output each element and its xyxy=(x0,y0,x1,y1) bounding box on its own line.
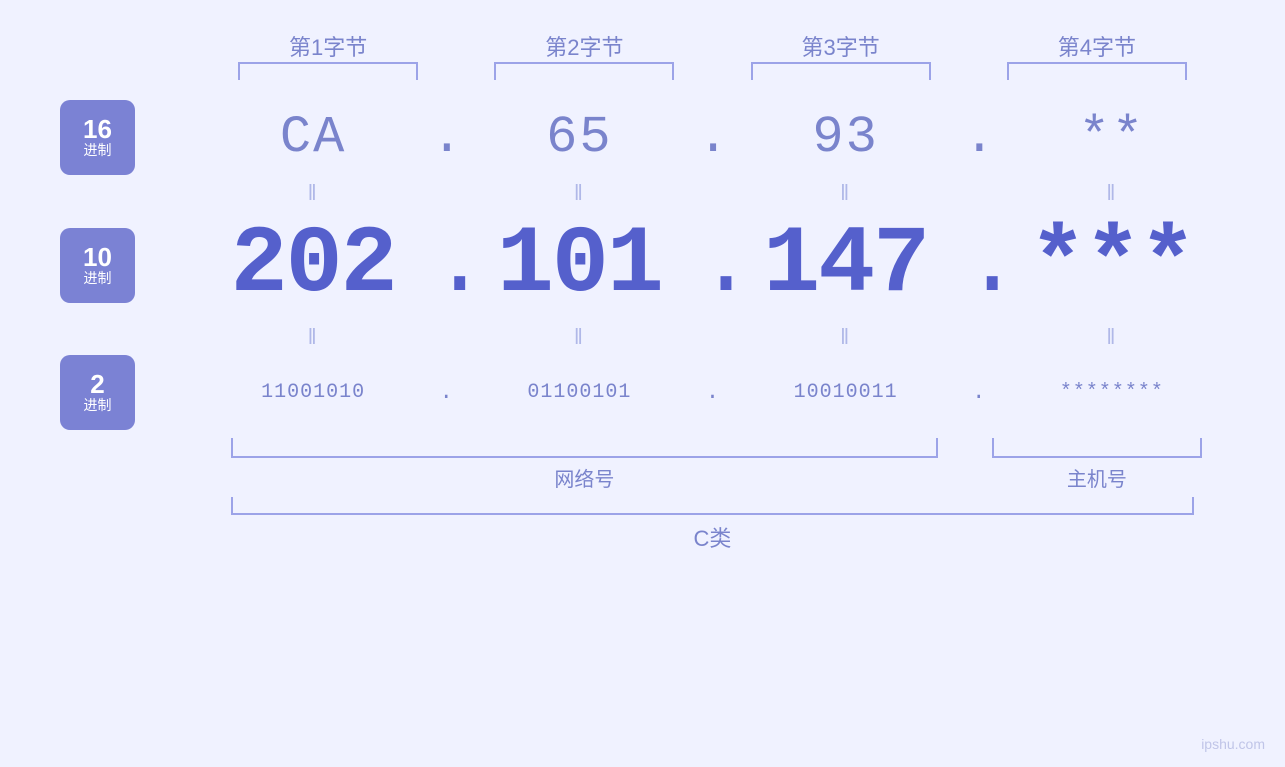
hex-dot-2-val: . xyxy=(693,108,734,167)
bin-label-num: 2 xyxy=(90,371,104,397)
network-label: 网络号 xyxy=(554,463,614,492)
dec-row: 10 进制 202 . 101 . 147 . *** xyxy=(60,211,1225,319)
bin-dot-3: . xyxy=(959,380,999,405)
bin-val-3: 10010011 xyxy=(733,381,959,404)
dec-dot-1: . xyxy=(426,211,466,319)
eq1-col3: ‖ xyxy=(733,180,959,206)
dec-dot-3: . xyxy=(959,211,999,319)
col3-header: 第3字节 xyxy=(713,30,969,62)
bin-val-1: 11001010 xyxy=(200,381,426,404)
bin-row: 2 进制 11001010 . 01100101 . 10010011 . xyxy=(60,355,1225,430)
watermark: ipshu.com xyxy=(1201,736,1265,752)
bin-cell-1: 11001010 xyxy=(200,381,426,404)
hex-dot-3-val: . xyxy=(959,108,1000,167)
bottom-brackets: 网络号 主机号 xyxy=(200,438,1225,492)
top-bracket-4 xyxy=(1007,62,1187,80)
top-bracket-1 xyxy=(238,62,418,80)
col1-header: 第1字节 xyxy=(200,30,456,62)
hex-dot-3: . xyxy=(959,108,999,167)
hex-label: 16 进制 xyxy=(60,100,135,175)
dec-cell-1: 202 xyxy=(200,211,426,319)
network-bracket: 网络号 xyxy=(200,438,969,492)
col4-header: 第4字节 xyxy=(969,30,1225,62)
bin-dot-2: . xyxy=(693,380,733,405)
class-bracket-line xyxy=(231,497,1195,515)
dec-val-2: 101 xyxy=(466,211,692,319)
bin-cell-2: 01100101 xyxy=(466,381,692,404)
dec-val-4: *** xyxy=(999,211,1225,319)
bracket-col-1 xyxy=(200,62,456,80)
bin-cells: 11001010 . 01100101 . 10010011 . *******… xyxy=(200,380,1225,405)
hex-val-2: 65 xyxy=(466,108,692,167)
dec-label: 10 进制 xyxy=(60,228,135,303)
hex-cell-4: ** xyxy=(999,108,1225,167)
dec-val-3: 147 xyxy=(733,211,959,319)
dec-val-1: 202 xyxy=(200,211,426,319)
equals-row-1: ‖ ‖ ‖ ‖ xyxy=(60,180,1225,206)
host-label: 主机号 xyxy=(1067,463,1127,492)
eq2-col3: ‖ xyxy=(733,324,959,350)
byte-headers: 第1字节 第2字节 第3字节 第4字节 xyxy=(60,30,1225,62)
hex-row: 16 进制 CA . 65 . 93 . ** xyxy=(60,100,1225,175)
network-bracket-line xyxy=(231,438,938,458)
hex-cell-2: 65 xyxy=(466,108,692,167)
hex-cells: CA . 65 . 93 . ** xyxy=(200,108,1225,167)
bin-val-2: 01100101 xyxy=(466,381,692,404)
bracket-col-3 xyxy=(713,62,969,80)
hex-dot-2: . xyxy=(693,108,733,167)
bin-dot-1-val: . xyxy=(435,380,458,405)
eq1-col1: ‖ xyxy=(200,180,426,206)
host-bracket-line xyxy=(992,438,1202,458)
bin-cell-3: 10010011 xyxy=(733,381,959,404)
top-bracket-2 xyxy=(494,62,674,80)
bracket-col-2 xyxy=(456,62,712,80)
dec-cell-3: 147 xyxy=(733,211,959,319)
hex-cell-1: CA xyxy=(200,108,426,167)
hex-dot-1-val: . xyxy=(426,108,467,167)
top-brackets xyxy=(60,62,1225,80)
hex-val-1: CA xyxy=(200,108,426,167)
bin-dot-2-val: . xyxy=(701,380,724,405)
bin-cell-4: ******** xyxy=(999,381,1225,404)
hex-dot-1: . xyxy=(426,108,466,167)
bin-dot-1: . xyxy=(426,380,466,405)
dec-label-unit: 进制 xyxy=(84,270,112,287)
eq1-col2: ‖ xyxy=(466,180,692,206)
top-bracket-3 xyxy=(751,62,931,80)
col2-header: 第2字节 xyxy=(456,30,712,62)
bin-label-unit: 进制 xyxy=(84,397,112,414)
bin-label: 2 进制 xyxy=(60,355,135,430)
dec-cells: 202 . 101 . 147 . *** xyxy=(200,211,1225,319)
hex-val-3: 93 xyxy=(733,108,959,167)
hex-label-unit: 进制 xyxy=(84,142,112,159)
hex-cell-3: 93 xyxy=(733,108,959,167)
dec-cell-4: *** xyxy=(999,211,1225,319)
bottom-section: 网络号 主机号 xyxy=(60,438,1225,492)
bracket-col-4 xyxy=(969,62,1225,80)
dec-dot-2: . xyxy=(693,211,733,319)
dec-label-num: 10 xyxy=(83,244,112,270)
eq2-col4: ‖ xyxy=(999,324,1225,350)
class-label: C类 xyxy=(694,521,732,553)
bin-dot-3-val: . xyxy=(967,380,990,405)
eq1-col4: ‖ xyxy=(999,180,1225,206)
host-bracket: 主机号 xyxy=(969,438,1225,492)
eq2-col1: ‖ xyxy=(200,324,426,350)
dec-cell-2: 101 xyxy=(466,211,692,319)
equals-row-2: ‖ ‖ ‖ ‖ xyxy=(60,324,1225,350)
class-section: C类 xyxy=(60,497,1225,553)
hex-label-num: 16 xyxy=(83,116,112,142)
hex-val-4: ** xyxy=(999,108,1225,167)
bin-val-4: ******** xyxy=(999,381,1225,404)
eq2-col2: ‖ xyxy=(466,324,692,350)
